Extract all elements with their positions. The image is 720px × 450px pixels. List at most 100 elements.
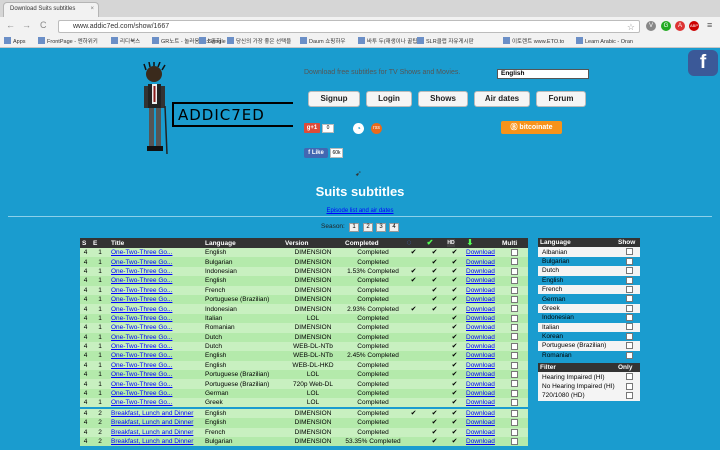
download-link[interactable]: Download xyxy=(464,351,500,361)
show-checkbox[interactable] xyxy=(625,285,633,293)
show-checkbox[interactable] xyxy=(625,257,633,265)
bookmark-item[interactable]: 당신의 가장 좋은 선택을 xyxy=(227,37,291,45)
multi-checkbox[interactable] xyxy=(510,419,518,427)
download-link[interactable]: Download xyxy=(464,398,500,409)
show-checkbox[interactable] xyxy=(625,248,633,256)
title-link[interactable]: One-Two-Three Go... xyxy=(109,294,203,305)
multi-checkbox[interactable] xyxy=(510,295,518,303)
download-link[interactable]: Download xyxy=(464,294,500,305)
download-link[interactable]: Download xyxy=(464,370,500,380)
multi-checkbox[interactable] xyxy=(510,399,518,407)
show-checkbox[interactable] xyxy=(625,351,633,359)
bookmark-item[interactable]: 리디북스 xyxy=(111,37,140,45)
multi-checkbox[interactable] xyxy=(510,248,518,256)
multi-checkbox[interactable] xyxy=(510,286,518,294)
adblock-icon[interactable]: ABP xyxy=(689,21,699,31)
title-link[interactable]: One-Two-Three Go... xyxy=(109,360,203,371)
only-checkbox[interactable] xyxy=(625,382,633,390)
title-link[interactable]: Breakfast, Lunch and Dinner xyxy=(109,427,203,438)
season-button-3[interactable]: 3 xyxy=(376,223,386,232)
bitcoinate-button[interactable]: Ⓑ bitcoinate xyxy=(501,121,562,134)
title-link[interactable]: One-Two-Three Go... xyxy=(109,351,203,361)
show-checkbox[interactable] xyxy=(625,332,633,340)
multi-checkbox[interactable] xyxy=(510,277,518,285)
extension-icon[interactable]: A xyxy=(675,21,685,31)
show-checkbox[interactable] xyxy=(625,295,633,303)
social-icon[interactable]: ◔ xyxy=(353,123,364,134)
multi-checkbox[interactable] xyxy=(510,342,518,350)
episode-list-link[interactable]: Episode list and air dates xyxy=(0,208,720,214)
signup-button[interactable]: Signup xyxy=(308,91,360,107)
season-button-2[interactable]: 2 xyxy=(363,223,373,232)
title-link[interactable]: One-Two-Three Go... xyxy=(109,266,203,277)
login-button[interactable]: Login xyxy=(366,91,412,107)
address-bar[interactable]: www.addic7ed.com/show/1667 ☆ xyxy=(58,20,640,33)
bookmark-apps[interactable]: Apps xyxy=(4,37,26,45)
forum-button[interactable]: Forum xyxy=(536,91,586,107)
download-link[interactable]: Download xyxy=(464,313,500,324)
show-checkbox[interactable] xyxy=(625,276,633,284)
title-link[interactable]: One-Two-Three Go... xyxy=(109,323,203,333)
multi-checkbox[interactable] xyxy=(510,314,518,322)
download-link[interactable]: Download xyxy=(464,379,500,389)
rss-icon[interactable]: rss xyxy=(371,123,382,134)
multi-checkbox[interactable] xyxy=(510,410,518,418)
download-link[interactable]: Download xyxy=(464,407,500,419)
multi-checkbox[interactable] xyxy=(510,258,518,266)
title-link[interactable]: One-Two-Three Go... xyxy=(109,257,203,267)
air-dates-button[interactable]: Air dates xyxy=(474,91,530,107)
title-link[interactable]: One-Two-Three Go... xyxy=(109,341,203,352)
multi-checkbox[interactable] xyxy=(510,361,518,369)
download-link[interactable]: Download xyxy=(464,276,500,286)
title-link[interactable]: One-Two-Three Go... xyxy=(109,379,203,389)
multi-checkbox[interactable] xyxy=(510,389,518,397)
google-plus-button[interactable]: g+1 xyxy=(304,123,320,133)
only-checkbox[interactable] xyxy=(625,392,633,400)
title-link[interactable]: One-Two-Three Go... xyxy=(109,332,203,342)
download-link[interactable]: Download xyxy=(464,285,500,295)
show-checkbox[interactable] xyxy=(625,323,633,331)
multi-checkbox[interactable] xyxy=(510,428,518,436)
bookmark-item[interactable]: FrontPage - 엔하위키 xyxy=(38,37,98,45)
multi-checkbox[interactable] xyxy=(510,380,518,388)
forward-button[interactable]: → xyxy=(22,20,31,31)
title-link[interactable]: Breakfast, Lunch and Dinner xyxy=(109,437,203,447)
reload-button[interactable]: C xyxy=(40,20,47,31)
title-link[interactable]: One-Two-Three Go... xyxy=(109,388,203,399)
shows-button[interactable]: Shows xyxy=(418,91,468,107)
show-checkbox[interactable] xyxy=(625,342,633,350)
multi-checkbox[interactable] xyxy=(510,267,518,275)
extension-icon[interactable]: V xyxy=(646,21,656,31)
bookmark-item[interactable]: Google xyxy=(199,37,226,45)
multi-checkbox[interactable] xyxy=(510,305,518,313)
chrome-menu-icon[interactable]: ≡ xyxy=(707,20,712,31)
bookmark-item[interactable]: 바투 두(재생이나 꿀팁) xyxy=(358,37,419,45)
bookmark-item[interactable]: Daum 쇼핑하우 xyxy=(300,37,345,45)
title-link[interactable]: One-Two-Three Go... xyxy=(109,313,203,324)
show-checkbox[interactable] xyxy=(625,314,633,322)
title-link[interactable]: One-Two-Three Go... xyxy=(109,398,203,409)
browser-tab[interactable]: Download Suits subtitles × xyxy=(3,2,99,17)
bookmark-item[interactable]: 이토렌트 www.ETO.to xyxy=(503,37,564,45)
title-link[interactable]: One-Two-Three Go... xyxy=(109,248,203,258)
bookmark-item[interactable]: SLR클럽 자유게시판 xyxy=(417,37,474,45)
download-link[interactable]: Download xyxy=(464,418,500,428)
download-link[interactable]: Download xyxy=(464,437,500,447)
site-logo[interactable]: ADDIC7ED xyxy=(172,102,293,127)
extension-icon[interactable]: G xyxy=(661,21,671,31)
download-link[interactable]: Download xyxy=(464,360,500,371)
season-button-4[interactable]: 4 xyxy=(389,223,399,232)
multi-checkbox[interactable] xyxy=(510,352,518,360)
col-title[interactable]: Title xyxy=(109,238,203,248)
bookmark-star-icon[interactable]: ☆ xyxy=(627,22,635,33)
season-button-1[interactable]: 1 xyxy=(349,223,359,232)
download-link[interactable]: Download xyxy=(464,266,500,277)
title-link[interactable]: Breakfast, Lunch and Dinner xyxy=(109,407,203,419)
facebook-like-button[interactable]: f Like xyxy=(304,148,328,158)
multi-checkbox[interactable] xyxy=(510,371,518,379)
download-link[interactable]: Download xyxy=(464,332,500,342)
col-season[interactable]: S xyxy=(80,238,91,248)
multi-checkbox[interactable] xyxy=(510,438,518,445)
download-link[interactable]: Download xyxy=(464,248,500,258)
col-completed[interactable]: Completed xyxy=(343,238,403,248)
